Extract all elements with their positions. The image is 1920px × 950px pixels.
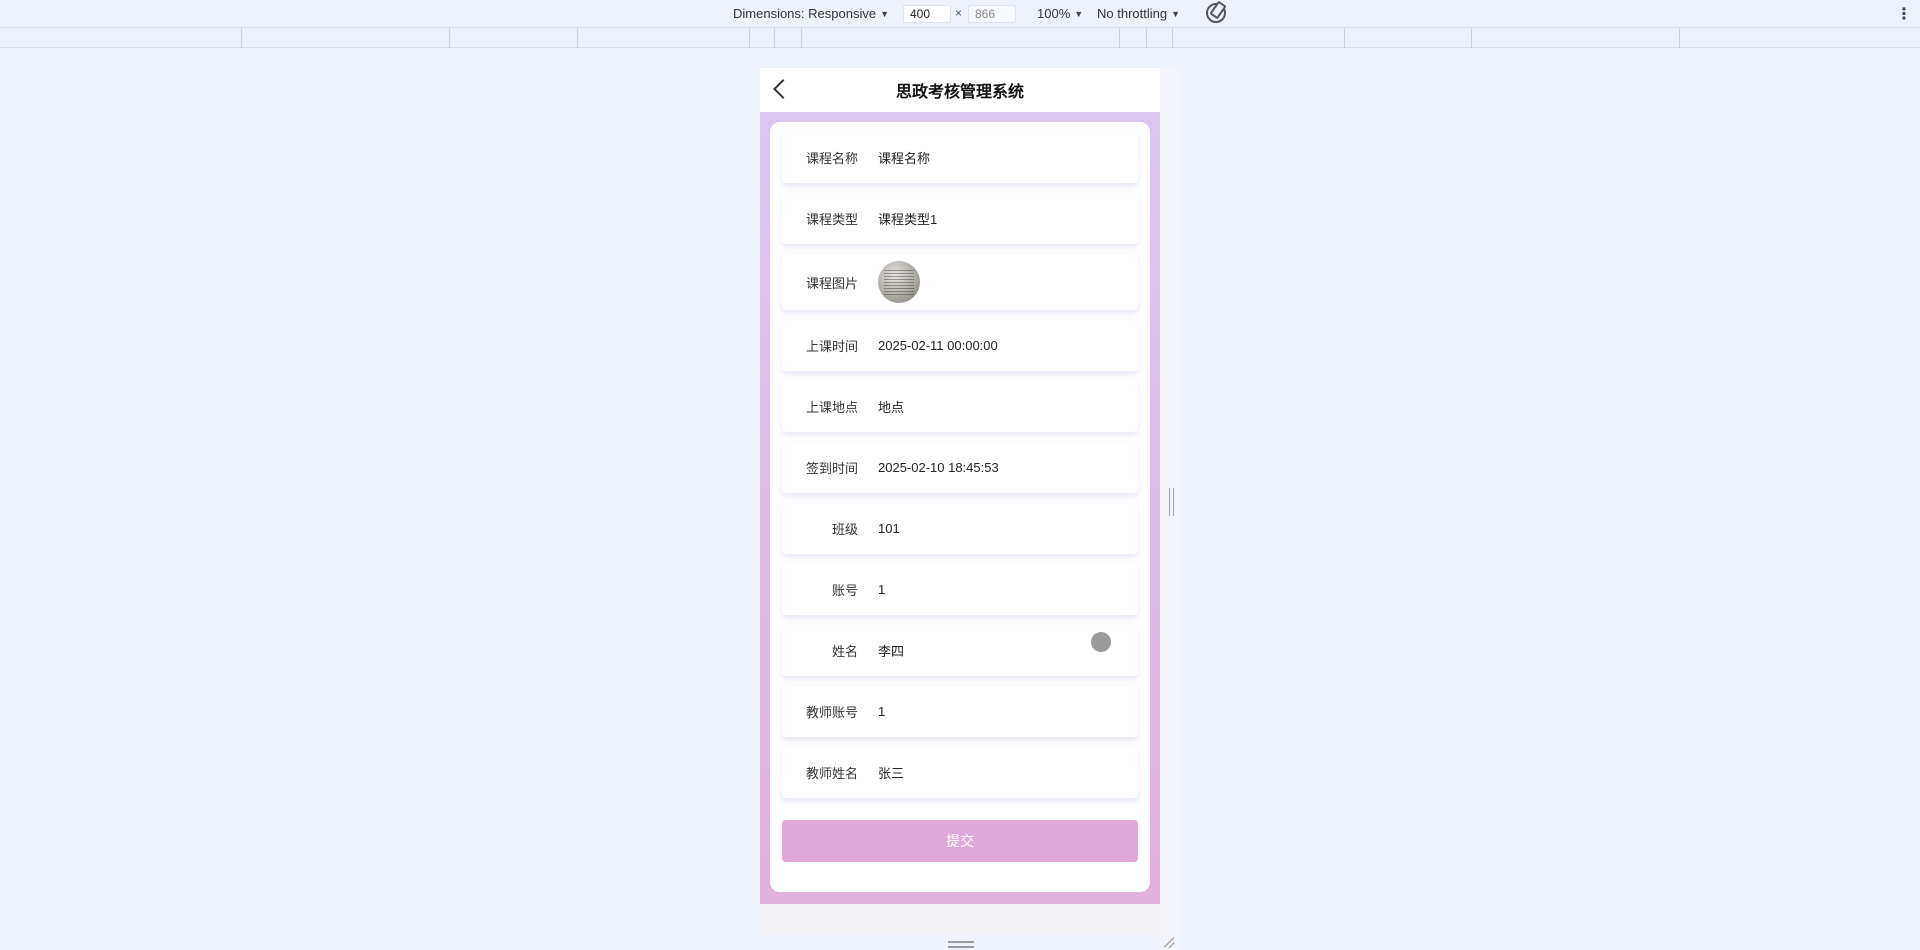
field-class-location: 上课地点 地点 (782, 381, 1138, 432)
ruler-tick[interactable] (801, 28, 802, 48)
ruler-tick[interactable] (241, 28, 242, 48)
chevron-down-icon: ▼ (1171, 8, 1181, 19)
field-value[interactable]: 课程名称 (878, 148, 930, 167)
field-value[interactable]: 李四 (878, 641, 904, 660)
field-label: 上课地点 (805, 400, 858, 415)
more-options-icon[interactable]: ⋮ (1896, 4, 1912, 24)
page-title: 思政考核管理系统 (895, 84, 1024, 101)
ruler-tick[interactable] (1344, 28, 1345, 48)
field-class-time: 上课时间 2025-02-11 00:00:00 (782, 320, 1138, 371)
resize-handle-bottom-icon[interactable] (948, 941, 974, 948)
field-label: 签到时间 (805, 461, 858, 476)
width-input[interactable]: 400 (903, 5, 951, 23)
ruler-tick[interactable] (1471, 28, 1472, 48)
touch-cursor-icon (1091, 632, 1111, 652)
field-teacher-name: 教师姓名 张三 (782, 747, 1138, 798)
ruler-tick[interactable] (774, 28, 775, 48)
dimensions-label: Dimensions: Responsive (733, 6, 877, 21)
field-class: 班级 101 (782, 503, 1138, 554)
submit-button[interactable]: 提交 (782, 820, 1138, 862)
ruler-tick[interactable] (1146, 28, 1147, 48)
field-checkin-time: 签到时间 2025-02-10 18:45:53 (782, 442, 1138, 493)
field-value[interactable]: 2025-02-11 00:00:00 (878, 338, 998, 353)
back-arrow-icon[interactable] (773, 79, 793, 99)
height-input[interactable]: 866 (968, 5, 1016, 23)
field-value[interactable]: 2025-02-10 18:45:53 (878, 460, 999, 475)
app-header: 思政考核管理系统 (760, 68, 1160, 112)
field-course-type: 课程类型 课程类型1 (782, 193, 1138, 244)
field-label: 课程图片 (805, 275, 858, 291)
times-sign: × (955, 6, 963, 20)
field-value[interactable]: 课程类型1 (878, 209, 937, 228)
ruler-tick[interactable] (449, 28, 450, 48)
rotate-icon[interactable] (1206, 3, 1226, 23)
field-value[interactable]: 地点 (878, 397, 904, 416)
page-bottom-area (760, 904, 1160, 934)
field-label: 教师姓名 (805, 766, 858, 781)
field-account: 账号 1 (782, 564, 1138, 615)
field-label: 姓名 (831, 644, 858, 659)
chevron-down-icon: ▼ (1074, 8, 1084, 19)
course-image-thumbnail[interactable] (878, 261, 920, 303)
field-value[interactable]: 张三 (878, 763, 904, 782)
ruler-tick[interactable] (1119, 28, 1120, 48)
field-value[interactable]: 101 (878, 521, 900, 536)
field-label: 教师账号 (805, 705, 858, 720)
field-course-name: 课程名称 课程名称 (782, 132, 1138, 183)
content-area: 课程名称 课程名称 课程类型 课程类型1 课程图片 上课时间 2025-02-1… (760, 112, 1160, 904)
field-name: 姓名 李四 (782, 625, 1138, 676)
media-query-ruler (0, 28, 1920, 48)
field-course-image: 课程图片 (782, 254, 1138, 310)
devtools-device-toolbar: Dimensions: Responsive ▼ 400 × 866 100% … (0, 0, 1920, 28)
ruler-tick[interactable] (577, 28, 578, 48)
chevron-down-icon: ▼ (880, 8, 889, 19)
field-value[interactable]: 1 (878, 582, 885, 597)
throttling-dropdown[interactable]: No throttling ▼ (1097, 6, 1180, 21)
resize-handle-right-icon[interactable] (1169, 488, 1174, 516)
field-label: 课程类型 (805, 212, 858, 227)
field-label: 上课时间 (805, 339, 858, 354)
ruler-tick[interactable] (1679, 28, 1680, 48)
throttling-label: No throttling (1097, 6, 1168, 21)
ruler-tick[interactable] (749, 28, 750, 48)
resize-handle-corner-icon[interactable] (1163, 936, 1175, 948)
zoom-dropdown[interactable]: 100% ▼ (1037, 6, 1083, 21)
field-label: 课程名称 (805, 151, 858, 166)
ruler-tick[interactable] (1172, 28, 1173, 48)
field-label: 班级 (831, 522, 858, 537)
field-label: 账号 (831, 583, 858, 598)
device-viewport: 思政考核管理系统 课程名称 课程名称 课程类型 课程类型1 课程图片 上课时间 … (760, 68, 1160, 934)
dimensions-dropdown[interactable]: Dimensions: Responsive ▼ (733, 6, 889, 21)
field-teacher-account: 教师账号 1 (782, 686, 1138, 737)
zoom-label: 100% (1037, 6, 1071, 21)
detail-form: 课程名称 课程名称 课程类型 课程类型1 课程图片 上课时间 2025-02-1… (770, 122, 1150, 892)
field-value[interactable]: 1 (878, 704, 885, 719)
